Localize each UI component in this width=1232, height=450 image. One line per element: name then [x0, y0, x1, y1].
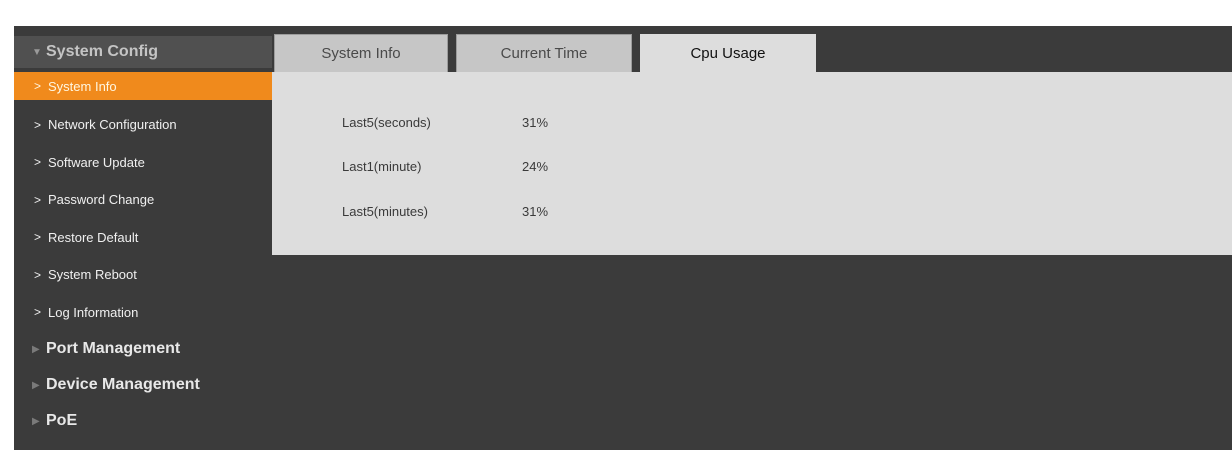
chevron-right-icon: >	[34, 117, 42, 132]
collapsed-triangle-icon: ▶	[32, 379, 40, 391]
tab-label: Current Time	[500, 45, 588, 62]
sidebar-item-software-update[interactable]: > Software Update	[14, 144, 272, 182]
sidebar-nav: ▼ System Config > System Info > Network …	[14, 36, 272, 439]
cpu-usage-row: Last5(minutes) 31%	[342, 201, 548, 221]
chevron-right-icon: >	[34, 155, 42, 170]
sidebar-group-label: Port Management	[46, 340, 181, 357]
cpu-usage-value: 31%	[522, 203, 549, 219]
cpu-usage-panel: Last5(seconds) 31% Last1(minute) 24% Las…	[272, 72, 1232, 255]
sidebar-item-label: Log Information	[48, 304, 139, 320]
chevron-right-icon: >	[34, 79, 42, 93]
collapsed-triangle-icon: ▶	[32, 415, 40, 427]
expanded-triangle-icon: ▼	[32, 46, 42, 58]
tab-bar: System Info Current Time Cpu Usage	[274, 34, 824, 72]
chevron-right-icon: >	[34, 230, 42, 245]
cpu-usage-value: 24%	[522, 158, 549, 174]
collapsed-triangle-icon: ▶	[32, 343, 40, 355]
chevron-right-icon: >	[34, 305, 42, 320]
sidebar-item-restore-default[interactable]: > Restore Default	[14, 219, 272, 257]
sidebar-item-system-reboot[interactable]: > System Reboot	[14, 256, 272, 294]
chevron-right-icon: >	[34, 192, 42, 207]
tab-label: System Info	[321, 45, 401, 62]
tab-cpu-usage[interactable]: Cpu Usage	[640, 34, 816, 72]
sidebar-group-label: PoE	[46, 412, 78, 429]
cpu-usage-label: Last1(minute)	[342, 158, 422, 174]
tab-system-info[interactable]: System Info	[274, 34, 448, 72]
sidebar-group-label: System Config	[46, 43, 159, 60]
sidebar-item-network-configuration[interactable]: > Network Configuration	[14, 106, 272, 144]
cpu-usage-label: Last5(seconds)	[342, 114, 431, 130]
cpu-usage-label: Last5(minutes)	[342, 203, 428, 219]
cpu-usage-row: Last1(minute) 24%	[342, 156, 548, 176]
sidebar-item-system-info[interactable]: > System Info	[14, 72, 272, 100]
sidebar-group-label: Device Management	[46, 376, 200, 393]
cpu-usage-value: 31%	[522, 114, 549, 130]
sidebar-group-poe[interactable]: ▶ PoE	[14, 403, 272, 439]
sidebar-item-label: Restore Default	[48, 229, 139, 245]
sidebar-group-system-config[interactable]: ▼ System Config	[14, 36, 272, 68]
chevron-right-icon: >	[34, 267, 42, 282]
sidebar-group-device-management[interactable]: ▶ Device Management	[14, 367, 272, 403]
sidebar-item-label: Network Configuration	[48, 117, 177, 133]
sidebar-item-label: Password Change	[48, 192, 155, 208]
app-frame: ▼ System Config > System Info > Network …	[14, 26, 1232, 450]
sidebar-item-password-change[interactable]: > Password Change	[14, 181, 272, 219]
tab-label: Cpu Usage	[690, 45, 766, 62]
sidebar-item-label: System Reboot	[48, 267, 137, 283]
sidebar-item-label: Software Update	[48, 154, 145, 170]
tab-current-time[interactable]: Current Time	[456, 34, 632, 72]
sidebar-group-port-management[interactable]: ▶ Port Management	[14, 331, 272, 367]
sidebar-item-log-information[interactable]: > Log Information	[14, 294, 272, 332]
sidebar-item-label: System Info	[48, 78, 117, 94]
cpu-usage-row: Last5(seconds) 31%	[342, 112, 548, 132]
